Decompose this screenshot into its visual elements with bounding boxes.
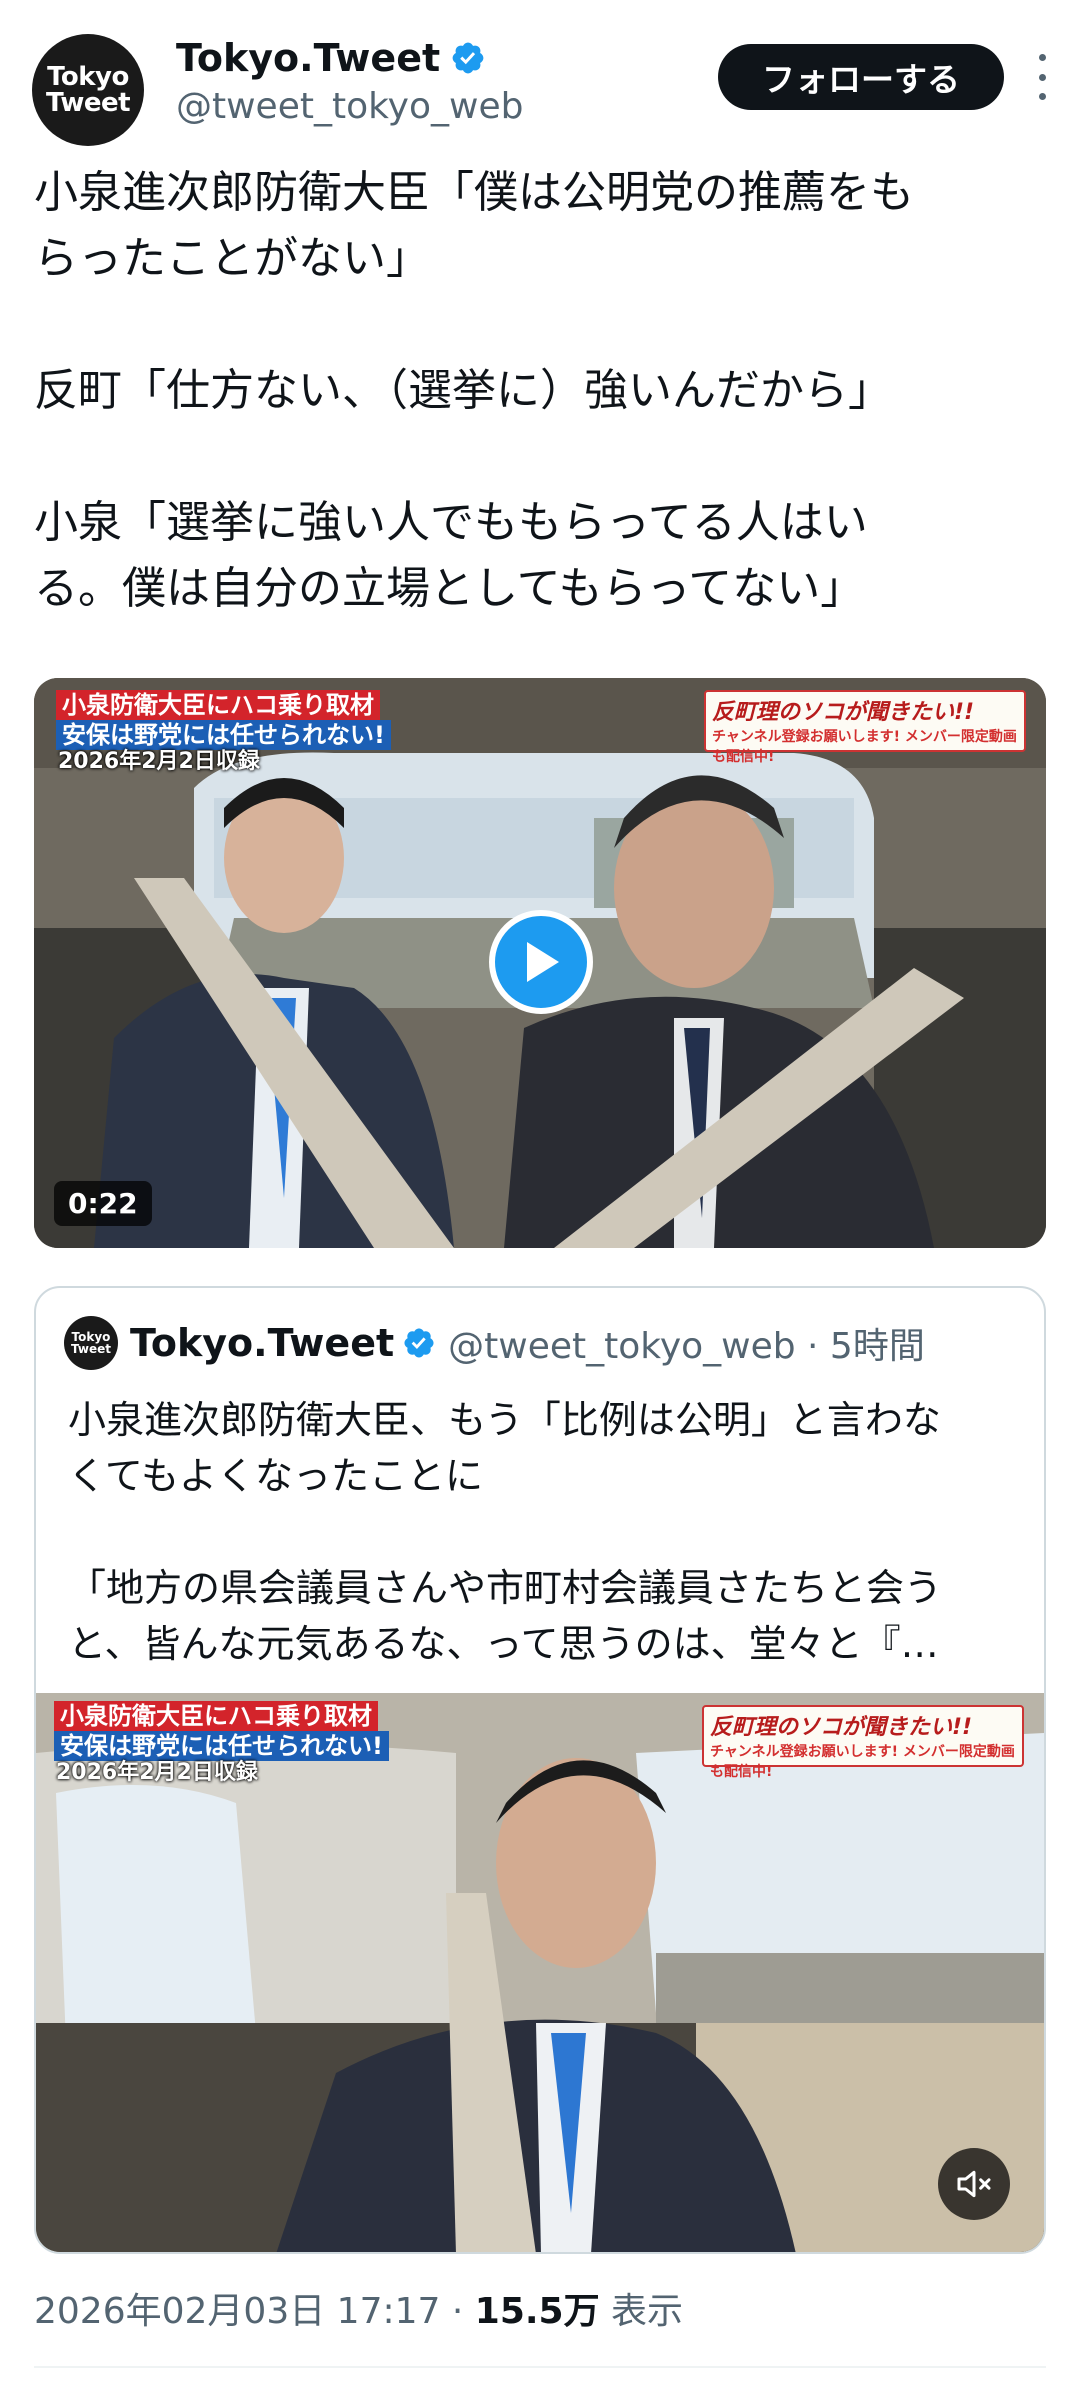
quoted-video[interactable]: 小泉防衛大臣にハコ乗り取材 安保は野党には任せられない! 2026年2月2日収録… xyxy=(36,1693,1044,2252)
quoted-tweet-text: 小泉進次郎防衛大臣、もう「比例は公明」と言わな くてもよくなったことに 「地方の… xyxy=(68,1392,1018,1672)
quoted-author-name-row[interactable]: Tokyo.Tweet xyxy=(130,1321,436,1365)
quoted-line: 小泉進次郎防衛大臣、もう「比例は公明」と言わな xyxy=(68,1398,941,1442)
view-count-label: 表示 xyxy=(599,2291,684,2332)
channel-promo-banner: 反町理のソコが聞きたい!! チャンネル登録お願いします! メンバー限定動画も配信… xyxy=(702,1705,1024,1780)
overlay-title-blue: 安保は野党には任せられない! xyxy=(56,720,391,751)
quoted-line: と、皆んな元気あるな、って思うのは、堂々と『… xyxy=(68,1622,939,1666)
avatar[interactable]: Tokyo Tweet xyxy=(32,34,144,146)
quoted-tweet[interactable]: Tokyo Tweet Tokyo.Tweet @tweet_tokyo_web… xyxy=(34,1286,1046,2254)
tweet-line: る。僕は自分の立場としてもらってない」 xyxy=(34,563,865,614)
divider xyxy=(34,2366,1046,2368)
play-button[interactable] xyxy=(489,910,593,1014)
overlay-date: 2026年2月2日収録 xyxy=(56,1760,258,1785)
view-count[interactable]: 15.5万 xyxy=(475,2291,600,2332)
video-duration: 0:22 xyxy=(54,1181,152,1226)
promo-subtitle: チャンネル登録お願いします! メンバー限定動画も配信中! xyxy=(712,729,1017,765)
timestamp[interactable]: 2026年02月03日 17:17 · xyxy=(34,2291,475,2332)
play-icon xyxy=(527,942,559,982)
tweet-text: 小泉進次郎防衛大臣「僕は公明党の推薦をも らったことがない」 反町「仕方ない、（… xyxy=(34,160,1044,622)
tweet-line: 反町「仕方ない、（選挙に）強いんだから」 xyxy=(34,365,892,416)
follow-button[interactable]: フォローする xyxy=(718,44,1004,110)
quoted-avatar[interactable]: Tokyo Tweet xyxy=(64,1316,118,1370)
quoted-meta: @tweet_tokyo_web · 5時間 xyxy=(448,1326,925,1367)
channel-promo-banner: 反町理のソコが聞きたい!! チャンネル登録お願いします! メンバー限定動画も配信… xyxy=(704,690,1026,765)
quoted-tweet-header: Tokyo Tweet Tokyo.Tweet @tweet_tokyo_web… xyxy=(64,1316,925,1370)
author-handle[interactable]: @tweet_tokyo_web xyxy=(176,86,523,127)
promo-subtitle: チャンネル登録お願いします! メンバー限定動画も配信中! xyxy=(710,1744,1015,1780)
tweet-line: らったことがない」 xyxy=(34,233,430,284)
promo-title: 反町理のソコが聞きたい!! xyxy=(712,700,975,725)
overlay-title-blue: 安保は野党には任せられない! xyxy=(54,1731,389,1762)
tweet-line: 小泉進次郎防衛大臣「僕は公明党の推薦をも xyxy=(34,167,914,218)
tweet-footer: 2026年02月03日 17:17 · 15.5万 表示 xyxy=(34,2282,683,2334)
overlay-title-red: 小泉防衛大臣にハコ乗り取材 xyxy=(56,690,380,721)
avatar-text-line2: Tweet xyxy=(45,88,131,118)
author-name[interactable]: Tokyo.Tweet xyxy=(176,36,440,80)
verified-badge-icon xyxy=(452,42,484,74)
overlay-date: 2026年2月2日収録 xyxy=(58,749,260,774)
avatar-text-line1: Tokyo xyxy=(47,62,129,92)
author-block: Tokyo.Tweet @tweet_tokyo_web xyxy=(176,36,523,127)
tweet-line: 小泉「選挙に強い人でももらってる人はい xyxy=(34,497,868,548)
quoted-line: 「地方の県会議員さんや市町村会議員さたちと会う xyxy=(68,1566,943,1610)
mute-icon xyxy=(957,2170,991,2198)
tweet-header: Tokyo Tweet Tokyo.Tweet @tweet_tokyo_web… xyxy=(32,30,1052,150)
quoted-line: くてもよくなったことに xyxy=(68,1454,483,1498)
promo-title: 反町理のソコが聞きたい!! xyxy=(710,1715,973,1740)
video-player[interactable]: 小泉防衛大臣にハコ乗り取材 安保は野党には任せられない! 2026年2月2日収録… xyxy=(34,678,1046,1248)
verified-badge-icon xyxy=(404,1328,434,1358)
more-options-icon[interactable] xyxy=(1032,54,1052,100)
overlay-title-red: 小泉防衛大臣にハコ乗り取材 xyxy=(54,1701,378,1732)
quoted-author-name[interactable]: Tokyo.Tweet xyxy=(130,1321,394,1365)
mute-button[interactable] xyxy=(938,2148,1010,2220)
quoted-avatar-text-line2: Tweet xyxy=(71,1342,111,1356)
author-name-row[interactable]: Tokyo.Tweet xyxy=(176,36,523,80)
